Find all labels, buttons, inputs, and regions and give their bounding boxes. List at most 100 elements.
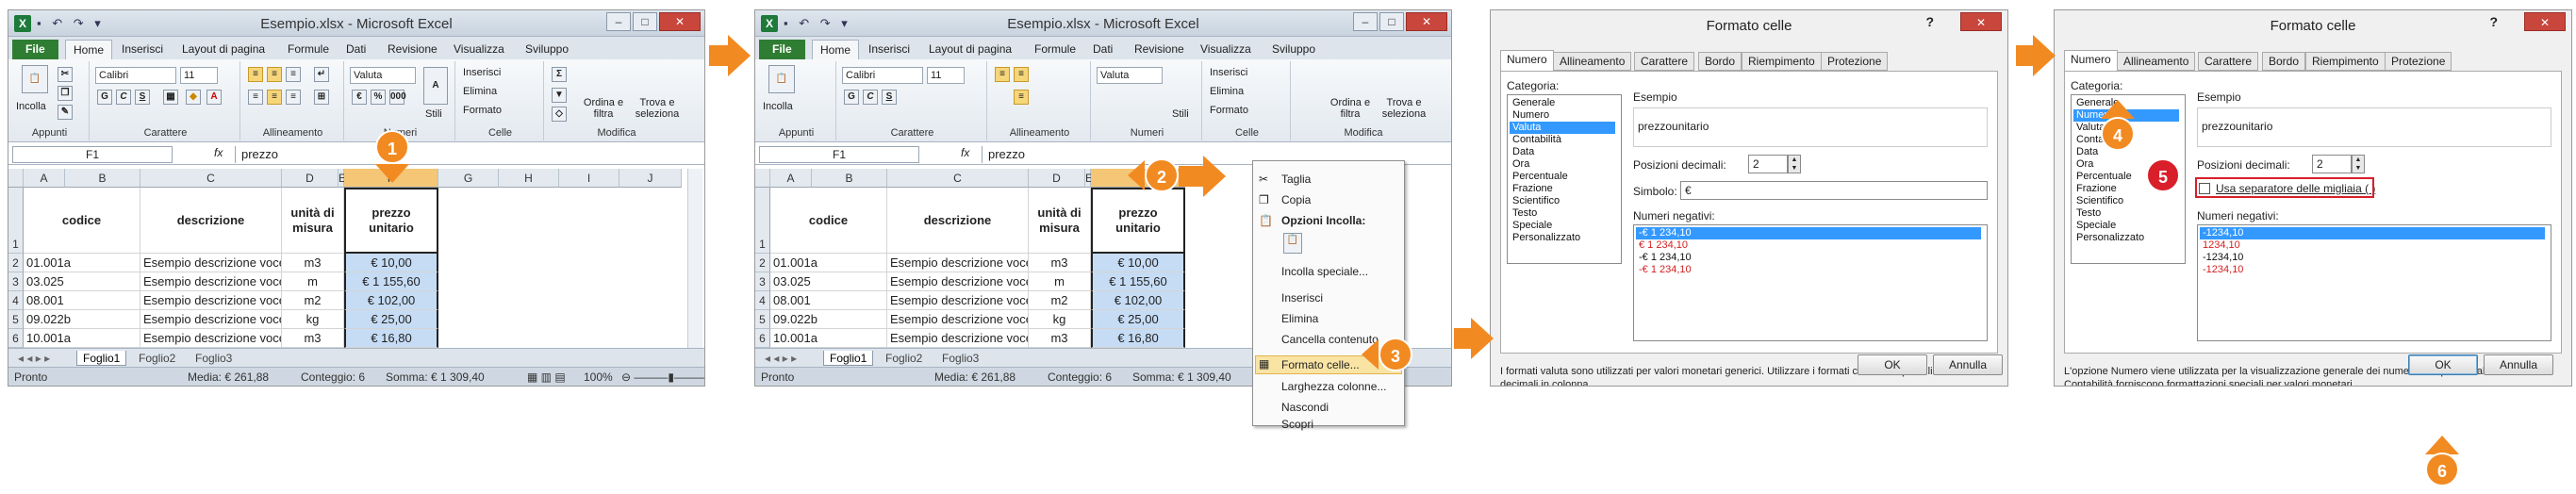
vertical-scrollbar[interactable] <box>687 169 702 348</box>
category-item[interactable]: Percentuale <box>1510 171 1615 183</box>
cell-descrizione[interactable]: Esempio descrizione voce 5 <box>140 329 282 348</box>
thousands-icon[interactable]: 000 <box>389 90 406 105</box>
menu-item-delete[interactable]: Elimina <box>1281 312 1318 325</box>
find-select-button[interactable]: Trova e seleziona <box>1378 97 1430 120</box>
column-header[interactable]: D <box>282 169 339 188</box>
styles-button[interactable]: Stili <box>425 108 442 120</box>
view-buttons-icon[interactable]: ▦ ▥ ▤ <box>527 370 566 384</box>
tab-formulas[interactable]: Formule <box>280 40 337 59</box>
category-item[interactable]: Numero <box>1510 109 1615 122</box>
cell-descrizione[interactable]: Esempio descrizione voce 1 <box>140 254 282 272</box>
cell-unita[interactable]: m3 <box>1029 254 1091 272</box>
help-icon[interactable]: ? <box>1925 14 1934 29</box>
tab-view[interactable]: Visualizza <box>446 40 512 59</box>
column-header[interactable]: A <box>770 169 812 188</box>
category-item[interactable]: Speciale <box>2073 220 2179 232</box>
name-box[interactable]: F1 <box>759 146 919 163</box>
paste-icon[interactable]: 📋 <box>22 65 48 93</box>
tab-formulas[interactable]: Formule <box>1027 40 1083 59</box>
decimals-spinner[interactable]: ▲ ▼ <box>2352 155 2365 173</box>
underline-icon[interactable]: S <box>135 90 150 105</box>
currency-icon[interactable]: € <box>352 90 367 105</box>
tab-home[interactable]: Home <box>65 40 113 59</box>
category-item[interactable]: Scientifico <box>1510 195 1615 207</box>
wrap-text-icon[interactable]: ↵ <box>314 67 329 82</box>
sort-filter-button[interactable]: Ordina e filtra <box>580 97 627 120</box>
tab-allineamento[interactable]: Allineamento <box>1553 52 1632 71</box>
decimals-input[interactable]: 2 <box>1748 155 1788 173</box>
autosum-icon[interactable]: Σ <box>552 67 567 82</box>
tab-developer[interactable]: Sviluppo <box>1264 40 1323 59</box>
sheet-tab-foglio1[interactable]: Foglio1 <box>76 351 127 366</box>
font-size-select[interactable]: 11 <box>927 67 965 84</box>
align-bottom-icon[interactable]: ≡ <box>286 67 301 82</box>
tab-riempimento[interactable]: Riempimento <box>2305 52 2386 71</box>
align-middle-icon[interactable]: ≡ <box>267 67 282 82</box>
negative-format-item[interactable]: -€ 1 234,10 <box>1636 227 1981 239</box>
tab-review[interactable]: Revisione <box>380 40 445 59</box>
paste-button[interactable]: Incolla <box>16 101 46 112</box>
minimize-icon[interactable]: – <box>606 12 631 31</box>
cell-descrizione[interactable]: Esempio descrizione voce 5 <box>887 329 1029 348</box>
header-unita[interactable]: unità di misura <box>282 188 344 254</box>
negative-format-item[interactable]: -1234,10 <box>2200 264 2545 276</box>
italic-icon[interactable]: C <box>863 90 878 105</box>
fill-icon[interactable]: ▼ <box>552 88 567 103</box>
row-header[interactable]: 4 <box>8 291 24 310</box>
delete-cells-button[interactable]: Elimina <box>1210 86 1244 97</box>
column-header[interactable]: D <box>1029 169 1085 188</box>
tab-bordo[interactable]: Bordo <box>2262 52 2306 71</box>
align-right-icon[interactable]: ≡ <box>286 90 301 105</box>
cut-icon[interactable]: ✂ <box>58 67 73 82</box>
cell-codice[interactable]: 03.025 <box>770 272 887 291</box>
column-header[interactable]: I <box>559 169 619 188</box>
tab-numero[interactable]: Numero <box>2064 50 2118 72</box>
fx-icon[interactable]: fx <box>214 146 223 159</box>
column-header[interactable]: B <box>65 169 140 188</box>
tab-riempimento[interactable]: Riempimento <box>1742 52 1822 71</box>
delete-cells-button[interactable]: Elimina <box>463 86 497 97</box>
decimals-spinner[interactable]: ▲ ▼ <box>1788 155 1801 173</box>
sheet-nav-icon[interactable]: ◂ ◂ ▸ ▸ <box>759 351 802 366</box>
paste-option-icon[interactable]: 📋 <box>1283 233 1302 254</box>
row-header[interactable]: 6 <box>755 329 770 348</box>
styles-button[interactable]: Stili <box>1172 108 1189 120</box>
column-header[interactable]: C <box>140 169 282 188</box>
styles-icon[interactable]: A <box>423 67 448 105</box>
category-item[interactable]: Personalizzato <box>2073 232 2179 244</box>
cell-codice[interactable]: 09.022b <box>24 310 140 329</box>
menu-item-insert[interactable]: Inserisci <box>1281 291 1323 305</box>
row-header[interactable]: 5 <box>8 310 24 329</box>
tab-bordo[interactable]: Bordo <box>1698 52 1742 71</box>
negative-format-item[interactable]: -1234,10 <box>2200 227 2545 239</box>
header-codice[interactable]: codice <box>770 188 887 254</box>
tab-data[interactable]: Dati <box>339 40 373 59</box>
maximize-icon[interactable]: □ <box>633 12 657 31</box>
bold-icon[interactable]: G <box>97 90 112 105</box>
symbol-select[interactable]: € <box>1680 181 1988 200</box>
cell-descrizione[interactable]: Esempio descrizione voce 2 <box>887 272 1029 291</box>
row-header[interactable]: 1 <box>755 188 770 254</box>
align-center-icon[interactable]: ≡ <box>267 90 282 105</box>
tab-allineamento[interactable]: Allineamento <box>2117 52 2196 71</box>
menu-item-format-cells[interactable]: Formato celle... <box>1281 358 1360 371</box>
tab-protezione[interactable]: Protezione <box>1821 52 1889 71</box>
header-codice[interactable]: codice <box>24 188 140 254</box>
header-prezzo[interactable]: prezzo unitario <box>1091 188 1185 254</box>
tab-developer[interactable]: Sviluppo <box>518 40 576 59</box>
tab-data[interactable]: Dati <box>1085 40 1120 59</box>
cell-prezzo[interactable]: € 16,80 <box>1091 329 1185 348</box>
paste-icon[interactable]: 📋 <box>768 65 795 93</box>
tab-page-layout[interactable]: Layout di pagina <box>174 40 272 59</box>
fill-color-icon[interactable]: ◆ <box>186 90 201 105</box>
negative-format-item[interactable]: -€ 1 234,10 <box>1636 252 1981 264</box>
align-center-icon[interactable]: ≡ <box>1014 90 1029 105</box>
insert-cells-button[interactable]: Inserisci <box>1210 67 1247 78</box>
cell-descrizione[interactable]: Esempio descrizione voce 4 <box>140 310 282 329</box>
tab-page-layout[interactable]: Layout di pagina <box>921 40 1019 59</box>
cell-codice[interactable]: 09.022b <box>770 310 887 329</box>
cell-codice[interactable]: 08.001 <box>770 291 887 310</box>
close-icon[interactable]: ✕ <box>659 12 701 31</box>
copy-icon[interactable]: ❐ <box>58 86 73 101</box>
cancel-button[interactable]: Annulla <box>2484 354 2553 375</box>
